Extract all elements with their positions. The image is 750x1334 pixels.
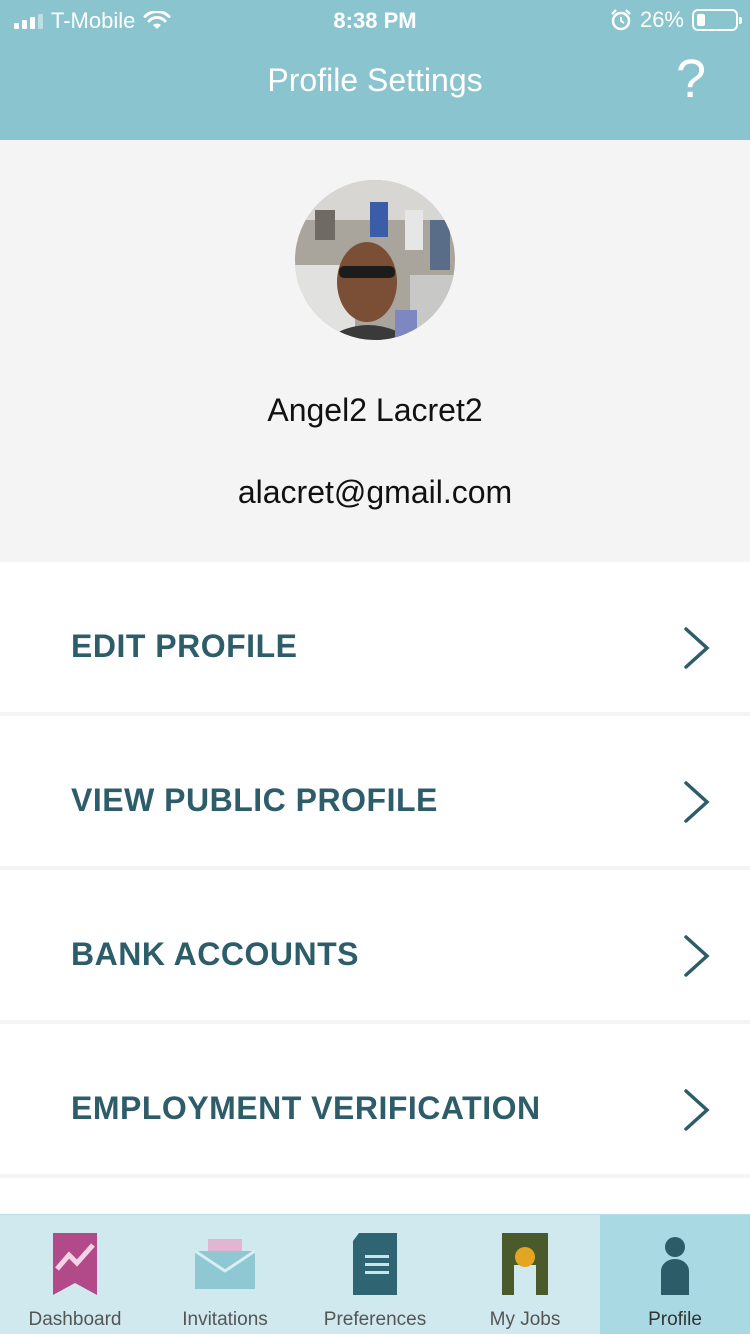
tab-dashboard[interactable]: Dashboard — [0, 1215, 150, 1334]
settings-menu: EDIT PROFILE VIEW PUBLIC PROFILE BANK AC… — [0, 562, 750, 1218]
chevron-right-icon — [684, 1089, 710, 1131]
profile-summary: Angel2 Lacret2 alacret@gmail.com — [0, 140, 750, 560]
menu-item-label: EDIT PROFILE — [71, 628, 298, 664]
envelope-icon — [195, 1239, 255, 1289]
menu-item-label: BANK ACCOUNTS — [71, 936, 359, 972]
page-title: Profile Settings — [267, 62, 483, 98]
status-bar: T-Mobile 8:38 PM 26% — [0, 0, 750, 40]
employment-verification-item[interactable]: EMPLOYMENT VERIFICATION — [0, 1024, 750, 1174]
chevron-right-icon — [684, 935, 710, 977]
view-public-profile-item[interactable]: VIEW PUBLIC PROFILE — [0, 716, 750, 866]
alarm-icon — [611, 9, 631, 31]
top-bar: T-Mobile 8:38 PM 26% Profile Settings ? — [0, 0, 750, 140]
tab-label: Preferences — [323, 1309, 427, 1330]
battery-percent: 26% — [639, 7, 684, 32]
tab-label: Dashboard — [28, 1309, 122, 1330]
help-button[interactable]: ? — [676, 52, 706, 106]
tab-label: My Jobs — [489, 1309, 561, 1330]
edit-profile-item[interactable]: EDIT PROFILE — [0, 562, 750, 712]
chevron-right-icon — [684, 627, 710, 669]
chevron-right-icon — [684, 781, 710, 823]
avatar[interactable] — [295, 180, 455, 340]
avatar-photo — [295, 180, 455, 340]
tab-preferences[interactable]: Preferences — [300, 1215, 450, 1334]
menu-item-label: VIEW PUBLIC PROFILE — [71, 782, 438, 818]
profile-name: Angel2 Lacret2 — [267, 392, 483, 428]
battery-icon — [692, 9, 742, 31]
tab-my-jobs[interactable]: My Jobs — [450, 1215, 600, 1334]
tab-profile[interactable]: Profile — [600, 1215, 750, 1334]
jobs-icon — [502, 1233, 548, 1295]
bank-accounts-item[interactable]: BANK ACCOUNTS — [0, 870, 750, 1020]
document-icon — [353, 1233, 397, 1295]
menu-item-label: EMPLOYMENT VERIFICATION — [71, 1090, 541, 1126]
tab-label: Invitations — [182, 1309, 268, 1330]
menu-item-partial[interactable] — [0, 1178, 750, 1218]
person-icon — [661, 1237, 689, 1295]
tab-bar: Dashboard Invitations Preferences My Job… — [0, 1214, 750, 1334]
profile-email: alacret@gmail.com — [237, 474, 513, 510]
tab-invitations[interactable]: Invitations — [150, 1215, 300, 1334]
dashboard-icon — [53, 1233, 97, 1295]
tab-label: Profile — [648, 1309, 702, 1330]
